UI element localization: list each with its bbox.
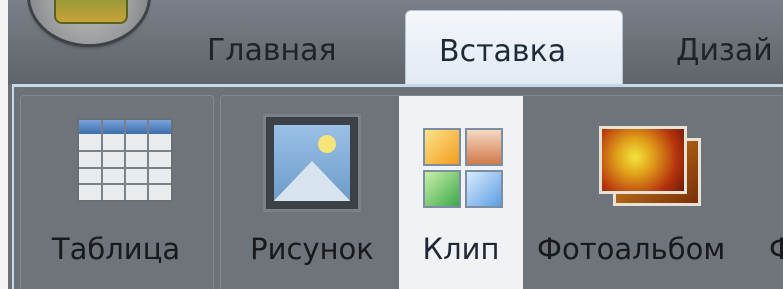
powerpoint-ribbon: Главная Вставка Дизай Таблица Рисунок Кл… bbox=[8, 0, 783, 289]
ribbon-tab-strip: Главная Вставка Дизай bbox=[8, 0, 783, 91]
tab-home[interactable]: Главная bbox=[207, 28, 337, 74]
clip-art-button[interactable]: Клип bbox=[399, 96, 523, 289]
picture-button-label: Рисунок bbox=[250, 232, 374, 266]
table-icon bbox=[77, 118, 173, 202]
photo-album-button[interactable]: Фотоальбом bbox=[523, 96, 763, 289]
tab-insert[interactable]: Вставка bbox=[405, 10, 623, 91]
tab-insert-label: Вставка bbox=[439, 34, 567, 69]
table-button-label: Таблица bbox=[51, 232, 181, 266]
photo-album-icon bbox=[599, 126, 703, 206]
picture-icon bbox=[263, 114, 361, 212]
group-tables: Таблица bbox=[20, 95, 214, 289]
group-illustrations: Рисунок Клип Фотоальбом Ф bbox=[220, 95, 783, 289]
photo-album-button-label: Фотоальбом bbox=[537, 232, 726, 266]
tab-design[interactable]: Дизай bbox=[676, 28, 773, 74]
clip-art-button-label: Клип bbox=[422, 232, 500, 266]
ribbon-panel: Таблица Рисунок Клип Фотоальбом Ф bbox=[12, 84, 783, 289]
table-button[interactable]: Таблица bbox=[21, 96, 211, 289]
clip-art-icon bbox=[423, 128, 503, 208]
office-button[interactable] bbox=[30, 0, 148, 44]
office-logo-icon bbox=[54, 0, 128, 24]
next-button-label-cut[interactable]: Ф bbox=[769, 232, 783, 266]
picture-button[interactable]: Рисунок bbox=[227, 96, 397, 289]
